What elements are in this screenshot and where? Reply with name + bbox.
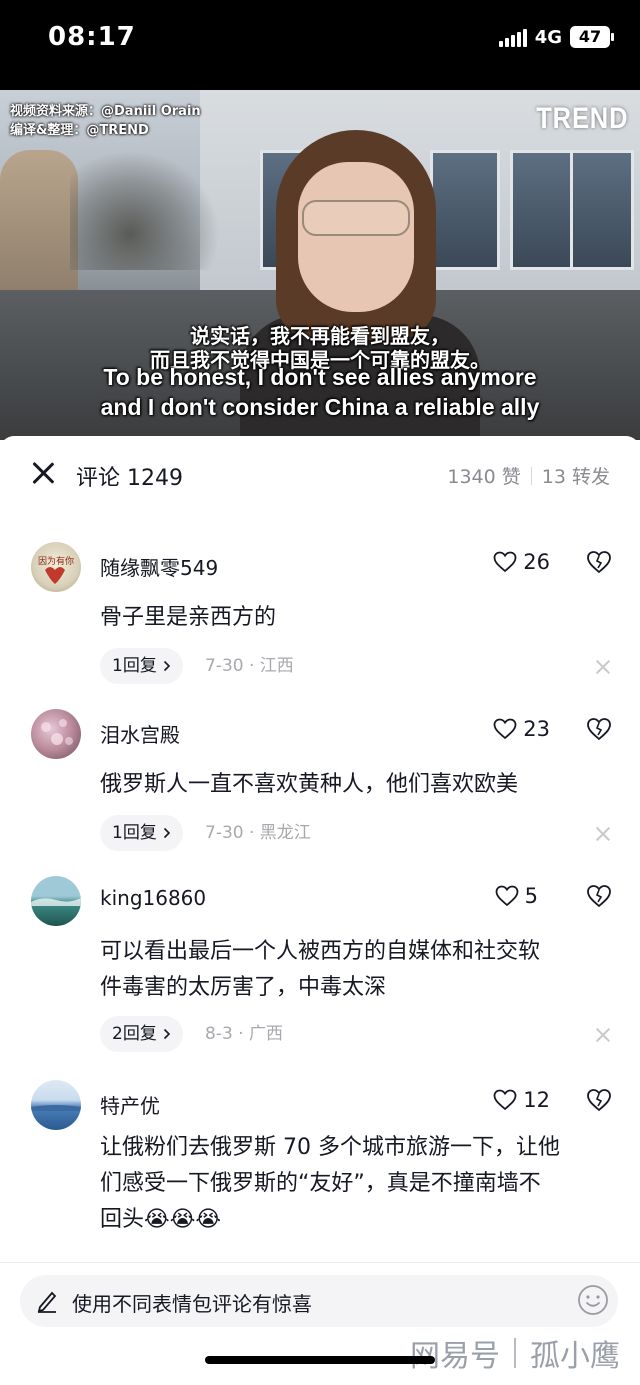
shares-count: 13 转发: [541, 466, 610, 488]
watermark-divider: [514, 1338, 516, 1368]
home-indicator[interactable]: [205, 1356, 435, 1364]
username[interactable]: 特产优: [100, 1090, 160, 1119]
status-time: 08:17: [48, 22, 136, 52]
trend-logo: TREND: [535, 102, 628, 135]
comment-text: 让俄粉们去俄罗斯 70 多个城市旅游一下，让他 们感受一下俄罗斯的“友好”，真是…: [100, 1130, 620, 1238]
likes-count: 1340 赞: [447, 466, 521, 488]
heart-icon: [493, 551, 517, 573]
signal-icon: [498, 27, 527, 47]
pencil-icon: [37, 1291, 57, 1313]
svg-text:因为有你: 因为有你: [38, 555, 74, 567]
like-count: 23: [523, 717, 550, 741]
chevron-right-icon: [163, 827, 170, 839]
heart-broken-icon[interactable]: [586, 550, 612, 574]
like-count: 5: [524, 884, 538, 908]
like-count: 26: [523, 550, 550, 574]
status-bar: 08:17 4G 47: [0, 0, 640, 90]
comment-input-placeholder: 使用不同表情包评论有惊喜: [72, 1292, 312, 1316]
close-icon[interactable]: [596, 660, 610, 674]
subtitle-en-line1: To be honest, I don't see allies anymore: [103, 364, 537, 390]
subtitle-en-line2: and I don't consider China a reliable al…: [100, 394, 540, 420]
watermark: 网易号 孤小鹰: [410, 1331, 620, 1375]
like-button[interactable]: 26: [493, 550, 550, 574]
comment-text: 俄罗斯人一直不喜欢黄种人，他们喜欢欧美: [100, 772, 519, 797]
comment-meta: 8-3 · 广西: [205, 1024, 283, 1044]
glasses: [302, 200, 410, 236]
comment-item: 特产优 12 让俄粉们去俄罗斯 70 多个城市旅游一下，让他 们感受一下俄罗斯的…: [0, 1080, 640, 1280]
heart-broken-icon[interactable]: [586, 717, 612, 741]
reply-button[interactable]: 1回复: [100, 815, 183, 851]
status-indicators: 4G 47: [498, 26, 614, 48]
comment-meta: 7-30 · 黑龙江: [205, 823, 311, 843]
heart-icon: [493, 718, 517, 740]
battery-icon: 47: [570, 26, 614, 48]
stats-divider: [530, 466, 532, 485]
video-credit: 视频资料来源：@Daniil Orain 编译&整理：@TREND: [10, 102, 201, 140]
avatar[interactable]: [31, 876, 81, 926]
comment-text: 骨子里是亲西方的: [100, 605, 277, 630]
close-icon[interactable]: [596, 1028, 610, 1042]
avatar[interactable]: [31, 1080, 81, 1130]
comment-text-line: 回头😭😭😭: [100, 1202, 620, 1238]
credit-editor: 编译&整理：@TREND: [10, 123, 149, 138]
comments-count: 评论 1249: [76, 466, 183, 491]
username[interactable]: 随缘飘零549: [100, 552, 218, 581]
comment-text-tail: 回头: [100, 1207, 145, 1232]
like-count: 12: [523, 1088, 550, 1112]
background-trees: [70, 150, 220, 270]
person-face: [298, 162, 414, 312]
background-building: [0, 150, 78, 290]
comment-text: 可以看出最后一个人被西方的自媒体和社交软 件毒害的太厉害了，中毒太深: [100, 934, 620, 1006]
header-stats: 1340 赞 13 转发: [447, 462, 610, 489]
heart-icon: [493, 1089, 517, 1111]
comments-panel: 评论 1249 1340 赞 13 转发 因为有你 随缘飘零549 26 骨子里…: [0, 436, 640, 1385]
comment-text-line: 件毒害的太厉害了，中毒太深: [100, 975, 387, 1000]
comments-header: 评论 1249 1340 赞 13 转发: [0, 436, 640, 510]
comment-text-line: 让俄粉们去俄罗斯 70 多个城市旅游一下，让他: [100, 1135, 560, 1160]
comment-item: king16860 5 可以看出最后一个人被西方的自媒体和社交软 件毒害的太厉害…: [0, 876, 640, 1056]
watermark-author: 孤小鹰: [530, 1339, 620, 1374]
like-button[interactable]: 5: [495, 884, 538, 908]
username[interactable]: 泪水宫殿: [100, 719, 180, 748]
chevron-right-icon: [163, 1028, 170, 1040]
watermark-platform: 网易号: [410, 1339, 500, 1374]
heart-icon: [495, 885, 519, 907]
crying-emoji: 😭😭😭: [144, 1207, 222, 1232]
heart-broken-icon[interactable]: [586, 1088, 612, 1112]
comment-input-bar: 使用不同表情包评论有惊喜 网易号 孤小鹰: [0, 1262, 640, 1385]
comment-text-line: 可以看出最后一个人被西方的自媒体和社交软: [100, 939, 541, 964]
comment-item: 泪水宫殿 23 俄罗斯人一直不喜欢黄种人，他们喜欢欧美 1回复 7-30 · 黑…: [0, 709, 640, 859]
avatar[interactable]: [31, 709, 81, 759]
avatar[interactable]: 因为有你: [31, 542, 81, 592]
comment-meta: 7-30 · 江西: [205, 656, 294, 676]
reply-label: 1回复: [112, 656, 157, 676]
close-icon[interactable]: [28, 458, 58, 488]
like-button[interactable]: 12: [493, 1088, 550, 1112]
close-icon[interactable]: [596, 827, 610, 841]
heart-broken-icon[interactable]: [586, 884, 612, 908]
chevron-right-icon: [163, 660, 170, 672]
reply-label: 2回复: [112, 1024, 157, 1044]
comment-item: 因为有你 随缘飘零549 26 骨子里是亲西方的 1回复 7-30 · 江西: [0, 542, 640, 692]
like-button[interactable]: 23: [493, 717, 550, 741]
reply-label: 1回复: [112, 823, 157, 843]
credit-source: 视频资料来源：@Daniil Orain: [10, 104, 201, 119]
network-label: 4G: [534, 26, 562, 48]
username[interactable]: king16860: [100, 886, 206, 910]
reply-button[interactable]: 2回复: [100, 1016, 183, 1052]
reply-button[interactable]: 1回复: [100, 648, 183, 684]
comment-input[interactable]: 使用不同表情包评论有惊喜: [20, 1275, 618, 1327]
comment-text-line: 们感受一下俄罗斯的“友好”，真是不撞南墙不: [100, 1171, 541, 1196]
smile-icon[interactable]: [576, 1283, 610, 1317]
